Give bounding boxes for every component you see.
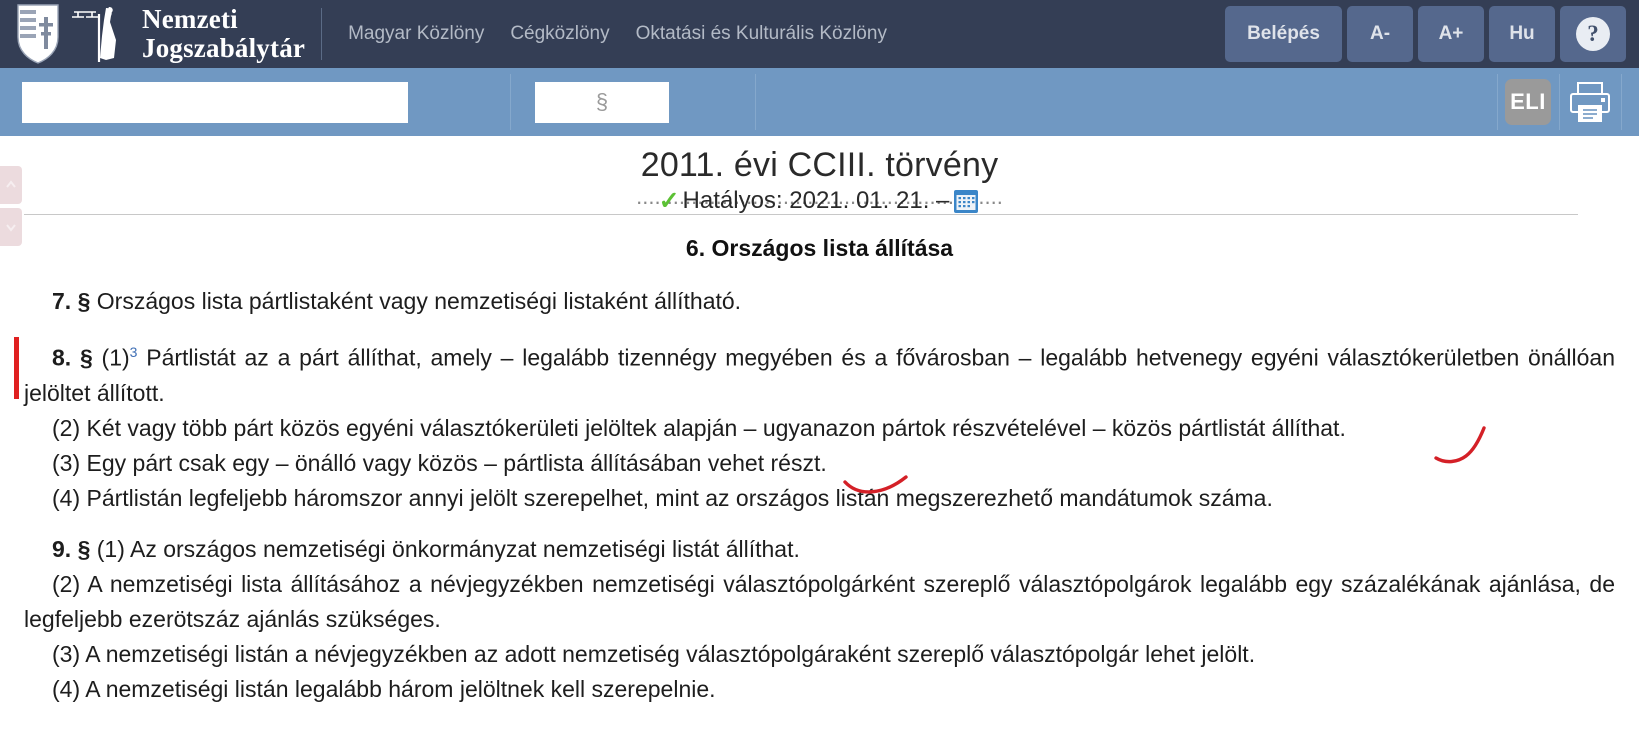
scroll-up-button[interactable]	[0, 166, 22, 204]
paragraph-sign-7: 7. §	[52, 288, 91, 314]
page-title: 2011. évi CCIII. törvény	[640, 146, 999, 184]
nav-link-oktatasi-kozlony[interactable]: Oktatási és Kulturális Közlöny	[636, 23, 887, 45]
toolbar-edge	[1621, 68, 1639, 136]
eli-badge: ELI	[1505, 79, 1551, 125]
section-heading: 6. Országos lista állítása	[685, 235, 954, 261]
paragraph-8-3: (3) Egy párt csak egy – önálló vagy közö…	[24, 446, 1615, 481]
clipped-text-row: ........................................…	[0, 196, 1639, 210]
scroll-down-button[interactable]	[0, 208, 22, 246]
paragraph-sign-9: 9. §	[52, 535, 91, 562]
search-cell	[0, 68, 511, 136]
paragraph-text-9-2: (2) A nemzetiségi lista állításához a né…	[24, 570, 1615, 632]
printer-icon	[1570, 82, 1610, 122]
language-button[interactable]: Hu	[1489, 6, 1555, 62]
horizontal-rule	[24, 214, 1578, 215]
header-actions: Belépés A- A+ Hu ?	[1225, 0, 1639, 68]
paragraph-text-8-1: Pártlistát az a párt állíthat, amely – l…	[24, 344, 1616, 406]
brand-line-2: Jogszabálytár	[142, 33, 306, 63]
paragraph-sign-8: 8. §	[52, 344, 93, 371]
brand-title: Nemzeti Jogszabálytár	[142, 5, 321, 63]
site-header: Nemzeti Jogszabálytár Magyar Közlöny Cég…	[0, 0, 1639, 68]
toolbar-divider	[1497, 74, 1498, 130]
nav-link-cegkozlony[interactable]: Cégközlöny	[510, 23, 609, 45]
font-decrease-button[interactable]: A-	[1347, 6, 1413, 62]
brand-line-1: Nemzeti	[142, 4, 238, 34]
side-navigation-arrows	[0, 166, 22, 250]
eli-button[interactable]: ELI	[1497, 68, 1559, 136]
paragraph-text-9-4: (4) A nemzetiségi listán legalább három …	[52, 675, 716, 702]
hungarian-coat-of-arms-icon	[17, 4, 59, 64]
header-nav: Magyar Közlöny Cégközlöny Oktatási és Ku…	[348, 23, 887, 45]
chevron-down-icon	[6, 224, 16, 232]
paragraph-8-1: 8. § (1)3 Pártlistát az a párt állíthat,…	[14, 335, 1616, 411]
brand-logo[interactable]: Nemzeti Jogszabálytár	[0, 0, 321, 68]
clipped-text: ........................................…	[636, 196, 1003, 209]
font-increase-button[interactable]: A+	[1418, 6, 1484, 62]
document-viewer[interactable]: 2011. évi CCIII. törvény ✓ Hatályos: 202…	[0, 136, 1639, 747]
header-divider	[321, 8, 323, 60]
paragraph-text-8-3: (3) Egy párt csak egy – önálló vagy közö…	[52, 449, 827, 476]
chevron-up-icon	[6, 180, 16, 188]
login-button[interactable]: Belépés	[1225, 6, 1342, 62]
paragraph-8-4: (4) Pártlistán legfeljebb háromszor anny…	[24, 481, 1615, 516]
toolbar-divider	[1621, 74, 1622, 130]
paragraph-cell	[511, 68, 756, 136]
help-button[interactable]: ?	[1560, 6, 1626, 62]
search-input[interactable]	[22, 81, 408, 123]
paragraph-number-8-1: (1)	[92, 344, 130, 371]
toolbar-right-actions: ELI	[1497, 68, 1639, 136]
change-bar	[14, 337, 19, 399]
question-mark-icon: ?	[1576, 17, 1610, 51]
paragraph-9-3: (3) A nemzetiségi listán a névjegyzékben…	[24, 637, 1615, 672]
paragraph-text-9-3: (3) A nemzetiségi listán a névjegyzékben…	[52, 640, 1256, 667]
toolbar-divider	[1559, 74, 1560, 130]
page-root: Nemzeti Jogszabálytár Magyar Közlöny Cég…	[0, 0, 1639, 747]
document-body: 6. Országos lista állítása 7. § Országos…	[0, 231, 1639, 707]
paragraph-9-1: 9. § (1) Az országos nemzetiségi önkormá…	[24, 532, 1615, 567]
paragraph-text-8-2: (2) Két vagy több párt közös egyéni vála…	[52, 414, 1346, 441]
paragraph-text-9-1: Az országos nemzetiségi önkormányzat nem…	[124, 535, 800, 562]
print-button[interactable]	[1559, 68, 1621, 136]
paragraph-text-8-4: (4) Pártlistán legfeljebb háromszor anny…	[52, 484, 1273, 511]
search-toolbar: ELI	[0, 68, 1639, 136]
justitia-statue-icon	[72, 7, 116, 62]
paragraph-number-input[interactable]	[535, 81, 669, 123]
paragraph-9-2: (2) A nemzetiségi lista állításához a né…	[24, 567, 1615, 637]
paragraph-8-2: (2) Két vagy több párt közös egyéni vála…	[24, 411, 1615, 446]
paragraph-9-4: (4) A nemzetiségi listán legalább három …	[24, 672, 1615, 707]
paragraph-number-9-1: (1)	[90, 535, 125, 562]
paragraph-text-7: Országos lista pártlistaként vagy nemzet…	[90, 288, 742, 314]
nav-link-magyar-kozlony[interactable]: Magyar Közlöny	[348, 23, 484, 45]
paragraph-7: 7. § Országos lista pártlistaként vagy n…	[24, 284, 1615, 319]
